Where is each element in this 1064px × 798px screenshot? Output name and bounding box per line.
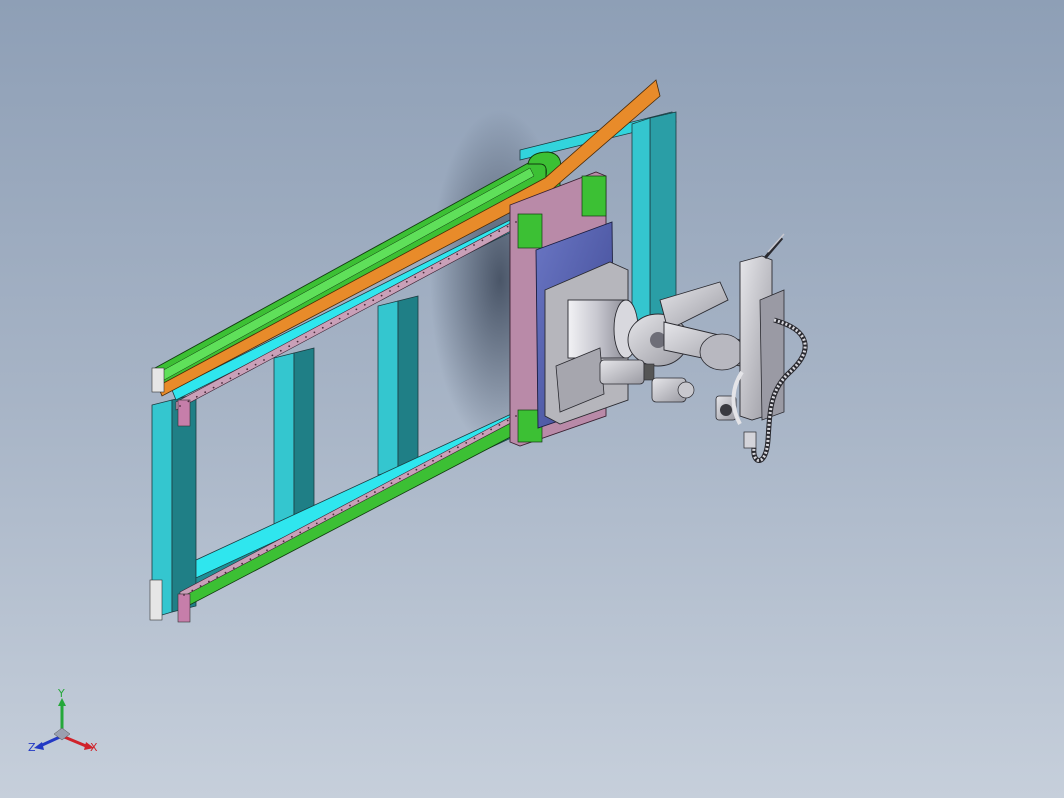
- servo-motor-2: [651, 377, 695, 403]
- rack-hole: [257, 553, 260, 556]
- rack-hole: [237, 372, 240, 375]
- rack-hole: [389, 290, 391, 292]
- rack-hole: [363, 303, 366, 306]
- rack-hole: [374, 491, 376, 493]
- rack-hole: [473, 244, 475, 246]
- rack-hole: [291, 535, 293, 538]
- rack-hole: [414, 276, 417, 279]
- rack-hole: [254, 363, 257, 366]
- rack-hole: [288, 345, 291, 348]
- rack-hole: [415, 468, 418, 471]
- rack-hole: [506, 419, 509, 422]
- rack-hole: [457, 446, 459, 449]
- rack-hole: [179, 405, 181, 407]
- robot-base-drum[interactable]: [567, 299, 639, 359]
- rack-hole: [221, 382, 223, 384]
- rack-hole: [398, 477, 401, 480]
- rack-hole: [315, 522, 318, 525]
- lower-green-rail[interactable]: [179, 417, 521, 611]
- rack-hole: [423, 464, 426, 467]
- rack-hole: [515, 221, 517, 223]
- rack-hole: [432, 459, 434, 462]
- rack-hole: [332, 513, 335, 516]
- rack-hole: [279, 349, 282, 352]
- rack-hole: [422, 271, 425, 274]
- rack-hole: [199, 585, 202, 587]
- rack-hole: [515, 415, 517, 417]
- rack-hole: [208, 580, 210, 583]
- rack-hole: [338, 317, 341, 320]
- rack-hole: [481, 239, 484, 242]
- rack-hole: [349, 504, 351, 507]
- robot-elbow: [699, 333, 745, 371]
- rack-hole: [249, 558, 252, 561]
- rack-hole: [191, 589, 194, 592]
- rack-hole: [313, 331, 316, 334]
- rack-hole: [216, 576, 219, 578]
- rack-hole: [347, 313, 349, 315]
- rack-hole: [266, 549, 268, 552]
- rack-hole: [490, 428, 492, 431]
- rack-holes: [183, 415, 517, 596]
- slider-block-top: [517, 213, 543, 249]
- rack-hole: [241, 562, 244, 565]
- rack-hole: [299, 531, 302, 534]
- triad-y-label: Y: [57, 687, 65, 700]
- rack-hole: [274, 544, 277, 547]
- rack-hole: [321, 326, 324, 329]
- rack-hole: [382, 486, 385, 489]
- rack-hole: [357, 500, 360, 502]
- rack-hole: [246, 368, 249, 371]
- rack-hole: [204, 391, 207, 394]
- rack-hole: [473, 437, 476, 440]
- frame-mid-post-1[interactable]: [273, 352, 295, 531]
- frame-bottom-beam[interactable]: [195, 409, 521, 579]
- torch-nozzle: [763, 237, 784, 259]
- rack-hole: [465, 441, 468, 444]
- rack-hole: [372, 299, 375, 302]
- rack-hole: [183, 594, 185, 596]
- rack-hole: [365, 495, 368, 498]
- rack-hole: [355, 308, 358, 311]
- rack-hole: [405, 280, 408, 283]
- rack-hole: [229, 377, 232, 380]
- rack-hole: [340, 509, 343, 511]
- rack-hole: [481, 433, 484, 435]
- rack-hole: [498, 230, 501, 233]
- rack-hole: [506, 225, 509, 228]
- rack-hole: [390, 482, 393, 485]
- rack-hole: [195, 395, 198, 398]
- rack-hole: [456, 253, 459, 256]
- rack-hole: [464, 248, 467, 251]
- rack-hole: [212, 386, 215, 389]
- cad-viewport[interactable]: Y X Z: [0, 0, 1064, 798]
- rack-hole: [498, 424, 501, 426]
- rack-hole: [448, 450, 451, 453]
- rack-hole: [282, 540, 285, 543]
- rack-hole: [440, 455, 443, 458]
- frame-mid-post-2[interactable]: [377, 300, 399, 476]
- slider-block-right-top: [581, 175, 607, 217]
- triad-x-label: X: [90, 741, 98, 754]
- rack-hole: [271, 354, 274, 357]
- rack-hole: [439, 262, 442, 265]
- rack-hole: [447, 257, 450, 260]
- rack-hole: [407, 473, 409, 476]
- rack-hole: [431, 267, 433, 269]
- triad-z-label: Z: [28, 741, 36, 754]
- rack-hole: [324, 518, 326, 520]
- coordinate-triad[interactable]: Y X Z: [28, 687, 98, 754]
- rack-hole: [397, 285, 400, 288]
- rack-hole: [380, 294, 383, 297]
- rack-hole: [330, 322, 333, 325]
- rack-hole: [305, 336, 307, 338]
- rack-hole: [489, 234, 492, 237]
- rack-hole: [232, 567, 235, 570]
- rack-hole: [307, 526, 310, 529]
- rack-hole: [263, 359, 265, 361]
- rack-hole: [224, 571, 227, 574]
- rack-hole: [296, 340, 299, 343]
- rack-hole: [187, 400, 190, 403]
- welding-torch[interactable]: [739, 233, 785, 449]
